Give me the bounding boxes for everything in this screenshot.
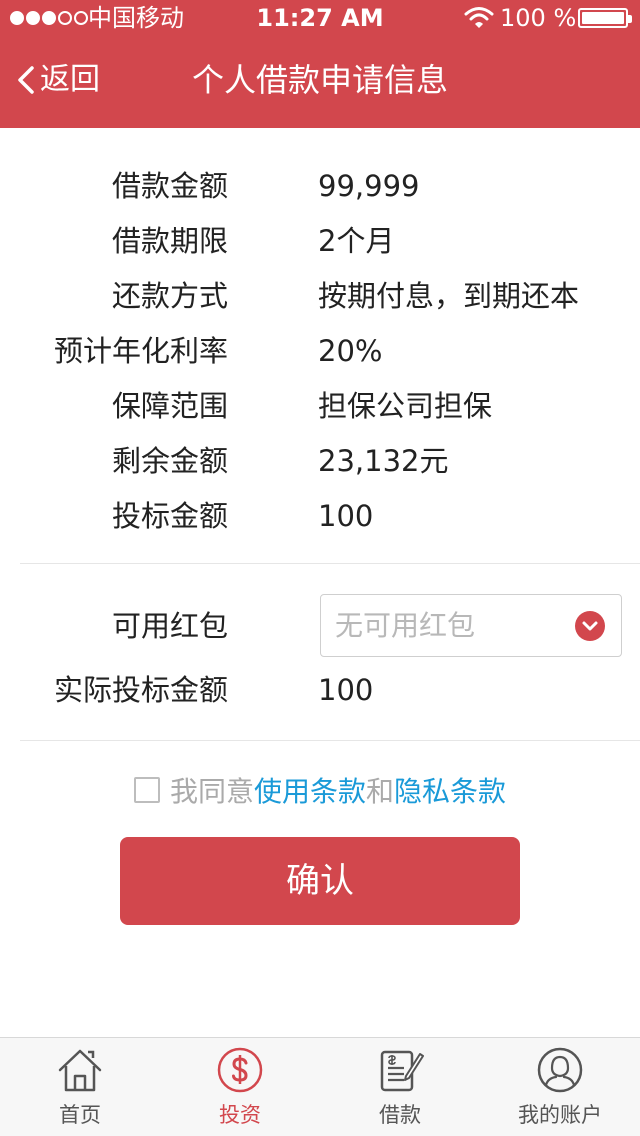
dollar-icon	[216, 1046, 264, 1094]
actual-bid-amount-value: 100	[318, 673, 374, 707]
red-packet-label: 可用红包	[111, 609, 228, 643]
agree-checkbox[interactable]	[133, 777, 160, 803]
user-icon	[536, 1046, 584, 1094]
tab-label: 首页	[59, 1103, 101, 1127]
info-label: 借款金额	[111, 169, 228, 203]
info-row-guarantee: 保障范围 担保公司担保	[0, 378, 640, 433]
back-button[interactable]: 返回	[16, 58, 100, 102]
info-label: 保障范围	[111, 389, 228, 423]
info-value: 2个月	[318, 224, 395, 258]
info-value: 担保公司担保	[318, 389, 493, 423]
header: 中国移动 11:27 AM 100 % 返回 个人借款申请信息	[0, 0, 640, 128]
info-row-bid-amount: 投标金额 100	[0, 488, 640, 543]
info-value: 按期付息，到期还本	[318, 279, 580, 313]
tab-label: 投资	[219, 1103, 261, 1127]
home-icon	[56, 1046, 104, 1094]
info-row-annual-rate: 预计年化利率 20%	[0, 323, 640, 378]
status-bar: 中国移动 11:27 AM 100 %	[0, 0, 640, 36]
tab-label: 我的账户	[518, 1103, 602, 1127]
battery-icon	[578, 8, 632, 28]
info-label: 还款方式	[111, 279, 228, 313]
tab-my-account[interactable]: 我的账户	[480, 1038, 640, 1136]
tab-bar: 首页 投资 借款 我的账户	[0, 1037, 640, 1136]
actual-bid-amount-label: 实际投标金额	[53, 673, 228, 707]
info-value: 20%	[318, 334, 383, 368]
red-packet-selected-value: 无可用红包	[335, 609, 476, 642]
tab-invest[interactable]: 投资	[160, 1038, 320, 1136]
privacy-policy-link[interactable]: 隐私条款	[394, 770, 506, 810]
red-packet-select[interactable]: 无可用红包	[320, 594, 622, 657]
loan-info-list: 借款金额 99,999 借款期限 2个月 还款方式 按期付息，到期还本 预计年化…	[0, 158, 640, 543]
info-row-loan-amount: 借款金额 99,999	[0, 158, 640, 213]
chevron-down-icon	[575, 611, 605, 641]
terms-of-use-link[interactable]: 使用条款	[254, 770, 366, 810]
battery-percent: 100 %	[500, 4, 577, 32]
chevron-left-icon	[18, 66, 34, 94]
info-value: 99,999	[318, 169, 420, 203]
loan-document-icon	[376, 1046, 424, 1094]
divider	[20, 563, 640, 564]
info-row-repayment-method: 还款方式 按期付息，到期还本	[0, 268, 640, 323]
info-label: 借款期限	[111, 224, 228, 258]
info-row-remaining-amount: 剩余金额 23,132元	[0, 433, 640, 488]
info-label: 预计年化利率	[53, 334, 228, 368]
info-row-loan-term: 借款期限 2个月	[0, 213, 640, 268]
wifi-icon	[464, 7, 494, 28]
agreement-and: 和	[366, 775, 395, 808]
red-packet-row: 可用红包 无可用红包	[0, 594, 640, 658]
tab-label: 借款	[379, 1103, 421, 1127]
info-label: 投标金额	[111, 499, 228, 533]
info-value: 100	[318, 499, 374, 533]
agreement-prefix: 我同意	[169, 775, 254, 808]
divider	[20, 740, 640, 741]
tab-loan[interactable]: 借款	[320, 1038, 480, 1136]
page-title: 个人借款申请信息	[191, 61, 448, 99]
agreement-row: 我同意 使用条款 和 隐私条款	[0, 770, 640, 810]
info-value: 23,132元	[318, 444, 449, 478]
info-label: 剩余金额	[111, 444, 228, 478]
actual-bid-amount-row: 实际投标金额 100	[0, 668, 640, 716]
tab-home[interactable]: 首页	[0, 1038, 160, 1136]
confirm-button[interactable]: 确认	[120, 837, 520, 925]
back-label: 返回	[40, 62, 100, 97]
